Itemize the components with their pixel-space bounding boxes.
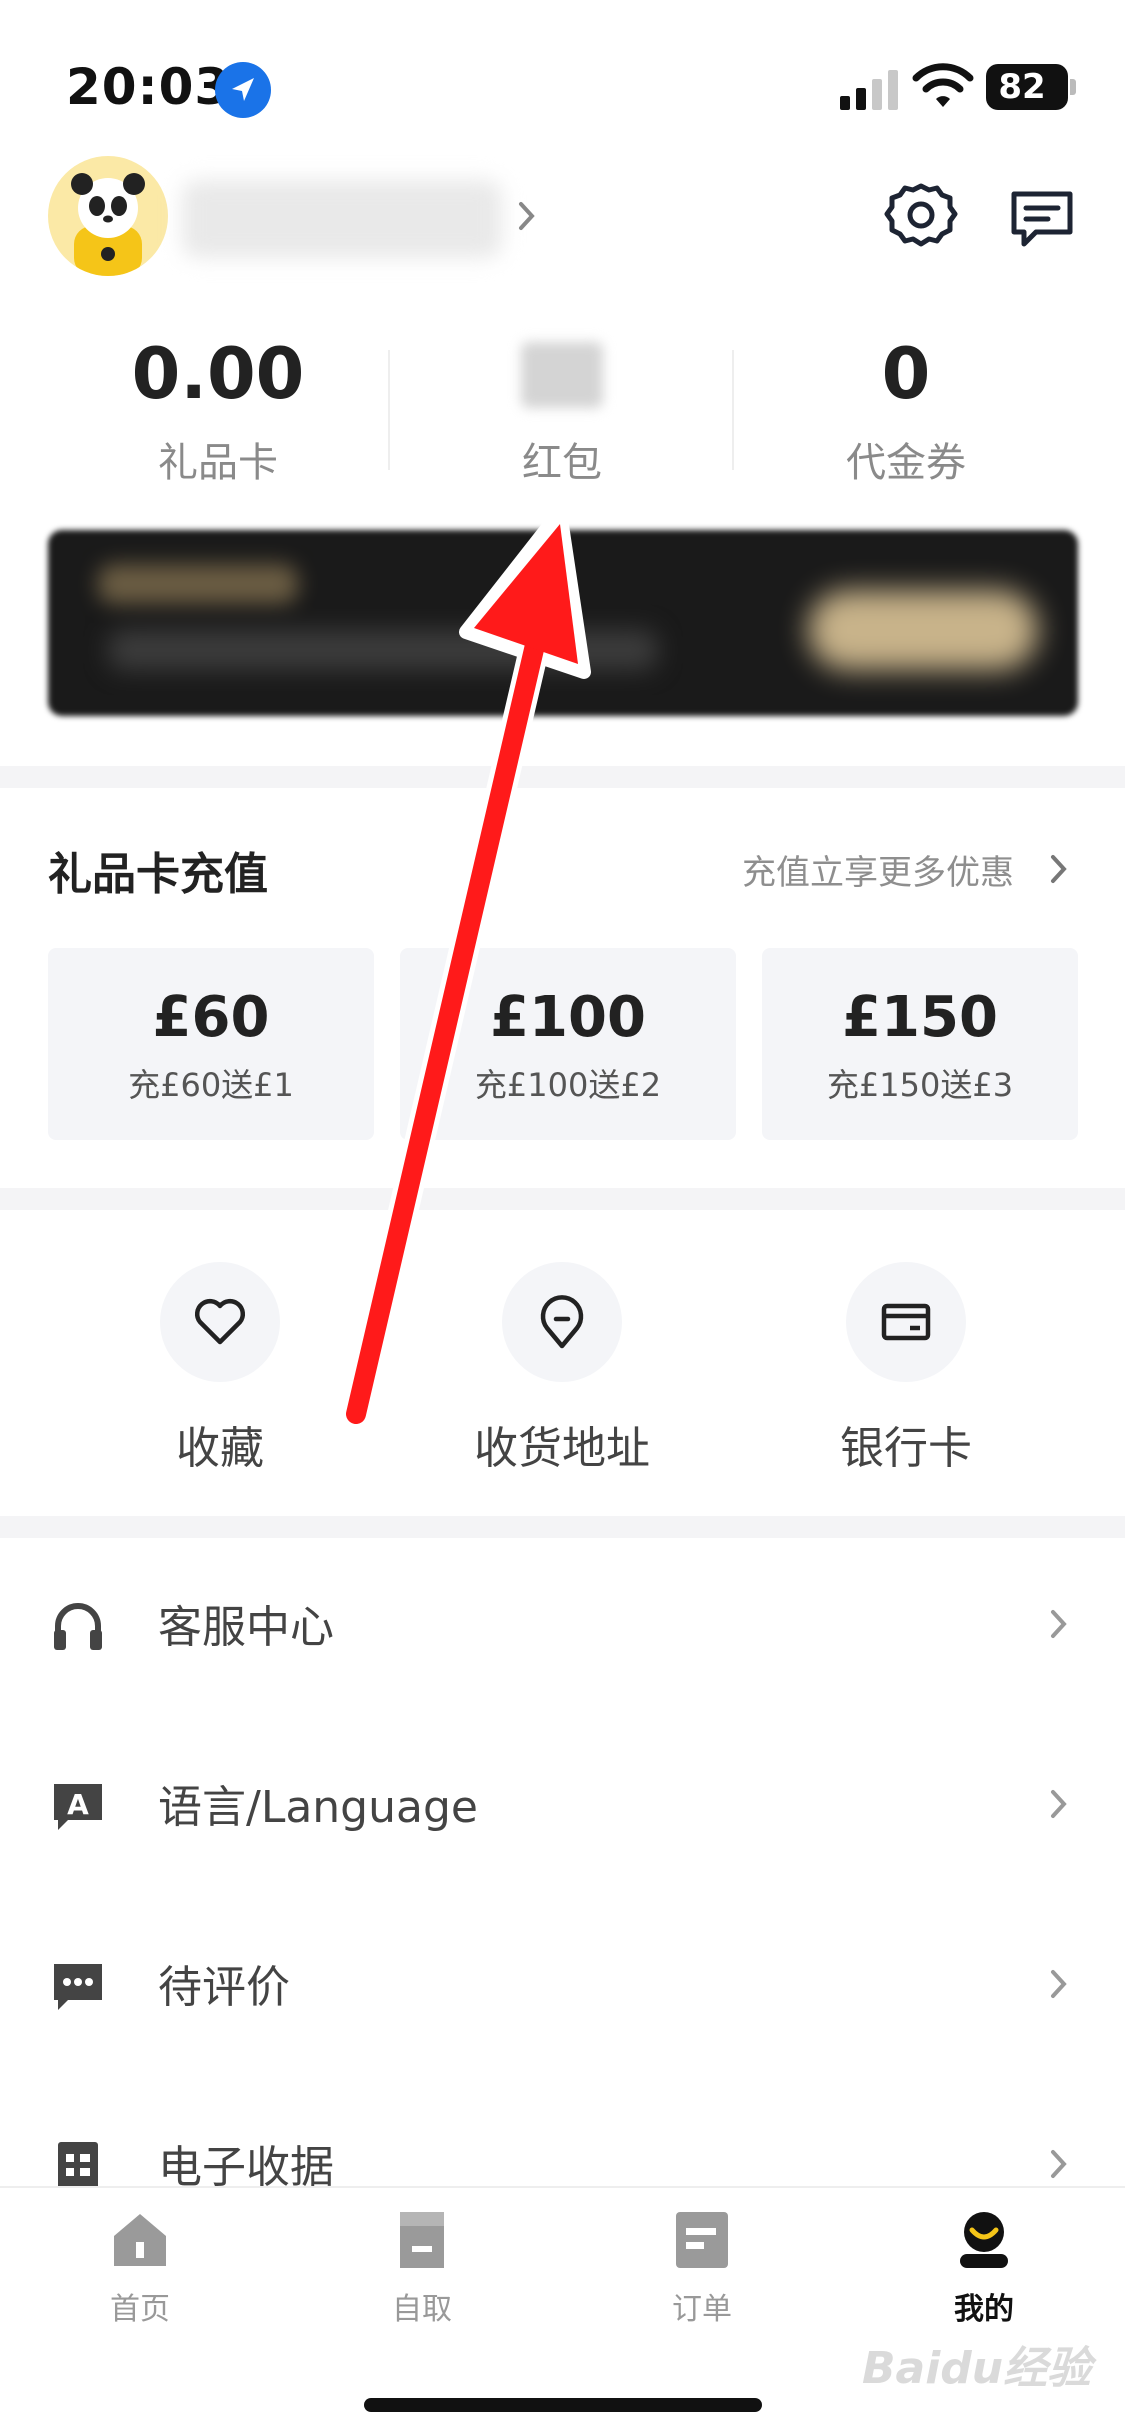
bank-card-icon <box>846 1262 966 1382</box>
menu-item-customer-service[interactable]: 客服中心 <box>0 1540 1125 1720</box>
quick-action-label: 收藏 <box>176 1423 264 1474</box>
gear-icon[interactable] <box>884 180 958 254</box>
order-icon <box>670 2208 734 2272</box>
divider <box>388 350 390 470</box>
watermark: Baidu经验 <box>862 2343 1092 2394</box>
headset-icon <box>50 1598 106 1654</box>
address-button[interactable]: 收货地址 <box>452 1262 672 1476</box>
stat-value: 0.00 <box>131 333 305 415</box>
status-time: 20:03 <box>66 58 231 116</box>
menu-item-label: 待评价 <box>158 1962 290 2013</box>
gift-card-bonus: 充£60送£1 <box>128 1066 294 1104</box>
gift-card-option-60[interactable]: £60 充£60送£1 <box>48 948 374 1140</box>
battery-level: 82 <box>998 67 1046 107</box>
stat-gift-card[interactable]: 0.00 礼品卡 <box>48 330 388 488</box>
menu-item-label: 客服中心 <box>158 1602 334 1653</box>
chevron-right-icon <box>1048 1786 1070 1822</box>
tab-label: 自取 <box>392 2292 452 2327</box>
pickup-icon <box>390 2208 454 2272</box>
member-banner-blurred[interactable] <box>48 530 1078 716</box>
svg-text:A: A <box>67 1788 89 1821</box>
menu-item-pending-review[interactable]: 待评价 <box>0 1900 1125 2080</box>
gift-card-title: 礼品卡充值 <box>48 849 268 900</box>
stat-label: 红包 <box>522 440 602 486</box>
language-icon: A <box>50 1778 106 1834</box>
cellular-signal-icon <box>838 68 900 110</box>
tab-profile[interactable]: 我的 <box>884 2208 1084 2328</box>
stat-red-packet[interactable]: 红包 <box>392 330 732 488</box>
section-divider <box>0 1516 1125 1538</box>
location-arrow-icon <box>215 62 271 118</box>
gift-card-bonus: 充£100送£2 <box>474 1066 662 1104</box>
stat-label: 礼品卡 <box>158 440 278 486</box>
tab-label: 订单 <box>672 2292 732 2327</box>
chevron-right-icon <box>1048 1966 1070 2002</box>
status-bar: 20:03 82 <box>0 0 1125 150</box>
avatar[interactable] <box>48 156 168 276</box>
section-divider <box>0 766 1125 788</box>
stat-value-blurred <box>392 330 732 418</box>
message-icon[interactable] <box>1006 182 1078 254</box>
gift-card-option-100[interactable]: £100 充£100送£2 <box>400 948 736 1140</box>
heart-icon <box>160 1262 280 1382</box>
bank-card-button[interactable]: 银行卡 <box>796 1262 1016 1476</box>
chevron-right-icon <box>1048 1606 1070 1642</box>
menu-item-language[interactable]: A 语言/Language <box>0 1720 1125 1900</box>
gift-card-amount: £100 <box>490 985 646 1050</box>
gift-card-promo-link[interactable]: 充值立享更多优惠 <box>742 845 1014 894</box>
home-icon <box>108 2208 172 2272</box>
location-pin-icon <box>502 1262 622 1382</box>
gift-card-option-150[interactable]: £150 充£150送£3 <box>762 948 1078 1140</box>
gift-card-amount: £150 <box>842 985 998 1050</box>
chevron-right-icon[interactable] <box>512 196 542 236</box>
favorites-button[interactable]: 收藏 <box>110 1262 330 1476</box>
home-indicator <box>364 2398 762 2412</box>
gift-card-bonus: 充£150送£3 <box>826 1066 1014 1104</box>
battery-icon: 82 <box>986 64 1076 110</box>
tab-pickup[interactable]: 自取 <box>322 2208 522 2328</box>
tab-label: 我的 <box>954 2292 1014 2327</box>
stat-label: 代金券 <box>846 440 966 486</box>
gift-card-amount: £60 <box>152 985 270 1050</box>
profile-icon <box>952 2208 1016 2272</box>
tab-orders[interactable]: 订单 <box>602 2208 802 2328</box>
divider <box>732 350 734 470</box>
chevron-right-icon[interactable] <box>1048 852 1070 886</box>
tab-home[interactable]: 首页 <box>40 2208 240 2328</box>
section-divider <box>0 1188 1125 1210</box>
comment-icon <box>50 1958 106 2014</box>
chevron-right-icon <box>1048 2146 1070 2182</box>
tab-label: 首页 <box>110 2292 170 2327</box>
username-blurred[interactable] <box>182 180 502 258</box>
menu-item-label: 语言/Language <box>158 1782 478 1833</box>
quick-action-label: 银行卡 <box>840 1423 972 1474</box>
stat-voucher[interactable]: 0 代金券 <box>736 330 1076 488</box>
wifi-icon <box>912 62 974 110</box>
quick-action-label: 收货地址 <box>474 1423 650 1474</box>
stat-value: 0 <box>881 333 931 415</box>
